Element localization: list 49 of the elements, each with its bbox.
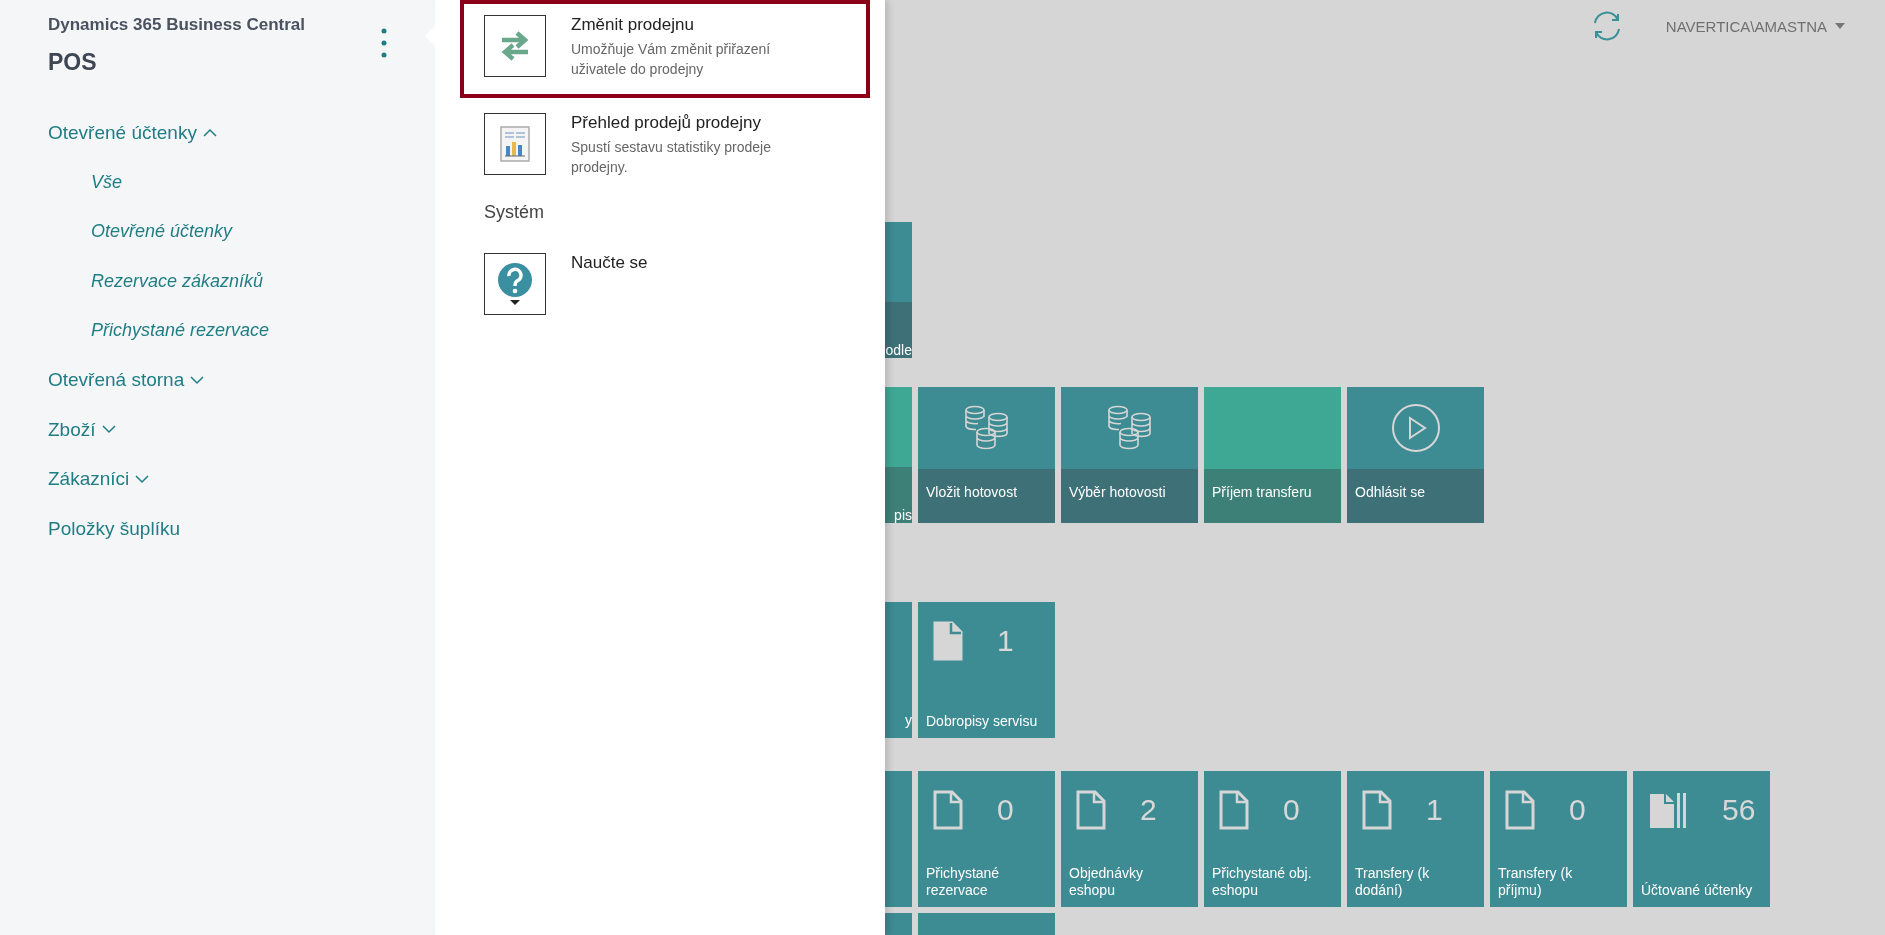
action-tile[interactable]: Vložit hotovost	[918, 387, 1055, 523]
nav-group[interactable]: Otevřená storna	[48, 355, 205, 405]
report-chart-icon	[500, 126, 530, 162]
document-icon	[933, 621, 963, 661]
chevron-down-icon	[190, 375, 205, 385]
more-options-icon[interactable]	[381, 28, 387, 58]
nav-group[interactable]: Zboží	[48, 405, 116, 455]
action-tile[interactable]: Výběr hotovosti	[1061, 387, 1198, 523]
action-tile[interactable]: Příjem transferu	[1204, 387, 1341, 523]
help-icon	[497, 262, 533, 306]
chevron-down-icon	[135, 474, 150, 484]
tile[interactable]: y	[885, 602, 912, 738]
count-tile[interactable]: 0 Přichystané obj. eshopu	[1204, 771, 1341, 907]
action-item[interactable]: Změnit prodejnu Umožňuje Vám změnit přiřazení uživatele do prodejny	[460, 0, 870, 98]
nav-subitem[interactable]: Přichystané rezervace	[91, 306, 270, 356]
document-icon	[1505, 790, 1535, 830]
document-icon	[933, 790, 963, 830]
nav-link[interactable]: Položky šuplíku	[48, 504, 180, 554]
nav-group[interactable]: Otevřené účtenky	[48, 108, 217, 158]
user-menu[interactable]: NAVERTICA\AMASTNA	[1665, 17, 1845, 35]
tile-label: odle	[885, 342, 912, 358]
chevron-down-icon	[101, 425, 116, 435]
swap-arrows-icon	[500, 30, 530, 62]
app-name: Dynamics 365 Business Central	[48, 15, 305, 35]
tile-label: y	[905, 712, 912, 728]
chevron-up-icon	[202, 128, 217, 138]
nav-group[interactable]: Zákazníci	[48, 454, 150, 504]
document-icon	[1076, 790, 1106, 830]
count-tile[interactable]: 56 Účtované účtenky	[1633, 771, 1770, 907]
tile-label: pis	[894, 507, 912, 523]
play-icon	[1390, 403, 1441, 453]
role-title: POS	[48, 49, 98, 76]
action-tile[interactable]: Odhlásit se	[1347, 387, 1484, 523]
tile[interactable]	[885, 771, 912, 907]
tile[interactable]: pis	[885, 387, 912, 523]
count-tile[interactable]: 1 Dobropisy servisu	[918, 602, 1055, 738]
count-tile[interactable]: 1 Transfery (k dodání)	[1347, 771, 1484, 907]
nav-subitem[interactable]: Otevřené účtenky	[91, 207, 233, 257]
nav-subitem[interactable]: Rezervace zákazníků	[91, 256, 264, 306]
count-tile[interactable]: 2 Objednávky eshopu	[1061, 771, 1198, 907]
nav-subitem[interactable]: Vše	[91, 157, 123, 207]
caret-icon	[1835, 23, 1845, 29]
count-tile[interactable]: 0 Transfery (k příjmu)	[1490, 771, 1627, 907]
document-icon	[1219, 790, 1249, 830]
document-icon	[1362, 790, 1392, 830]
count-tile[interactable]: 0 Přichystané rezervace	[918, 771, 1055, 907]
documents-icon	[1648, 790, 1688, 830]
section-heading: Systém	[484, 202, 544, 224]
tile[interactable]: odle	[885, 222, 912, 358]
